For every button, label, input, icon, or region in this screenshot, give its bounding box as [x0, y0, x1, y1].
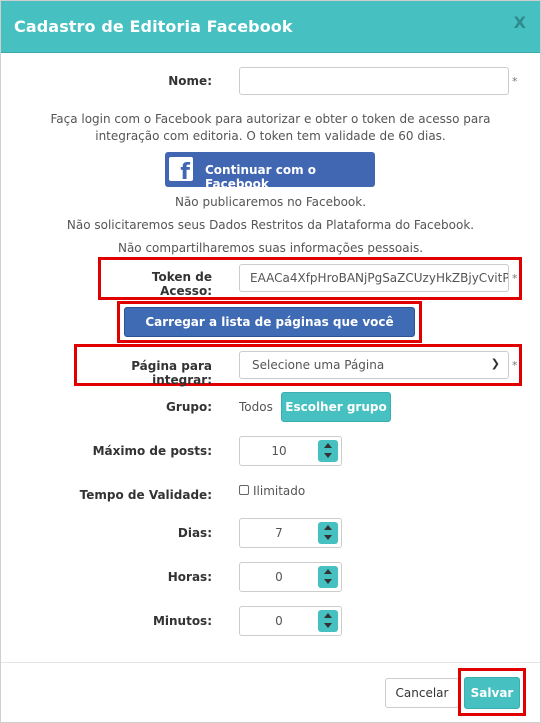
load-pages-button[interactable]: Carregar a lista de páginas que você adm…: [124, 307, 415, 357]
token-label: Token de Acesso:: [151, 270, 212, 298]
horas-label: Horas:: [167, 570, 212, 584]
facebook-button-label: Continuar com o Facebook: [205, 163, 317, 191]
notice-no-share: Não compartilharemos suas informações pe…: [117, 241, 424, 255]
info-text-line2: integração com editoria. O token tem val…: [95, 129, 446, 143]
close-icon[interactable]: X: [514, 13, 526, 32]
token-required-mark: *: [512, 272, 518, 285]
footer-divider: [1, 662, 540, 663]
editoria-modal: Cadastro de Editoria Facebook X Nome: * …: [0, 0, 541, 723]
caret-down-icon[interactable]: [324, 535, 332, 540]
max-posts-spin-buttons[interactable]: [318, 440, 338, 462]
caret-up-icon[interactable]: [324, 443, 332, 448]
modal-header: Cadastro de Editoria Facebook X: [1, 1, 540, 53]
ilimitado-checkbox[interactable]: [239, 485, 249, 495]
pagina-label: Página para integrar:: [131, 359, 212, 387]
pagina-selected-value: Selecione uma Página: [252, 358, 385, 372]
minutos-spin-buttons[interactable]: [318, 610, 338, 632]
ilimitado-label[interactable]: Ilimitado: [253, 484, 305, 498]
token-input[interactable]: EAACa4XfpHroBANjPgSaZCUzyHkZBjyCvitP7: [239, 264, 509, 292]
caret-up-icon[interactable]: [324, 525, 332, 530]
notice-no-publish: Não publicaremos no Facebook.: [174, 195, 367, 209]
dias-label: Dias:: [177, 526, 212, 540]
nome-required-mark: *: [512, 75, 518, 88]
pagina-select[interactable]: Selecione uma Página ❯: [239, 351, 509, 379]
max-posts-stepper[interactable]: 10: [239, 436, 342, 466]
chevron-down-icon: ❯: [490, 357, 500, 370]
caret-down-icon[interactable]: [324, 623, 332, 628]
caret-down-icon[interactable]: [324, 579, 332, 584]
minutos-stepper[interactable]: 0: [239, 606, 342, 636]
dias-value[interactable]: 7: [240, 519, 318, 547]
caret-up-icon[interactable]: [324, 569, 332, 574]
cancel-button[interactable]: Cancelar: [385, 678, 459, 708]
save-button[interactable]: Salvar: [464, 677, 520, 709]
grupo-label: Grupo:: [166, 400, 212, 414]
horas-stepper[interactable]: 0: [239, 562, 342, 592]
nome-input[interactable]: [239, 67, 509, 95]
horas-value[interactable]: 0: [240, 563, 318, 591]
modal-title: Cadastro de Editoria Facebook: [14, 17, 293, 36]
caret-down-icon[interactable]: [324, 453, 332, 458]
max-posts-value[interactable]: 10: [240, 437, 318, 465]
dias-stepper[interactable]: 7: [239, 518, 342, 548]
pagina-required-mark: *: [512, 359, 518, 372]
grupo-value: Todos: [239, 400, 273, 414]
info-text-line1: Faça login com o Facebook para autorizar…: [50, 112, 491, 126]
nome-label: Nome:: [168, 74, 212, 88]
choose-group-button[interactable]: Escolher grupo: [281, 392, 391, 422]
minutos-label: Minutos:: [152, 614, 212, 628]
facebook-logo-icon: f: [169, 157, 193, 181]
caret-up-icon[interactable]: [324, 613, 332, 618]
horas-spin-buttons[interactable]: [318, 566, 338, 588]
max-posts-label: Máximo de posts:: [92, 444, 212, 458]
dias-spin-buttons[interactable]: [318, 522, 338, 544]
notice-no-restricted-data: Não solicitaremos seus Dados Restritos d…: [66, 218, 475, 232]
minutos-value[interactable]: 0: [240, 607, 318, 635]
validade-label: Tempo de Validade:: [79, 488, 212, 502]
continue-with-facebook-button[interactable]: f Continuar com o Facebook: [165, 152, 375, 191]
